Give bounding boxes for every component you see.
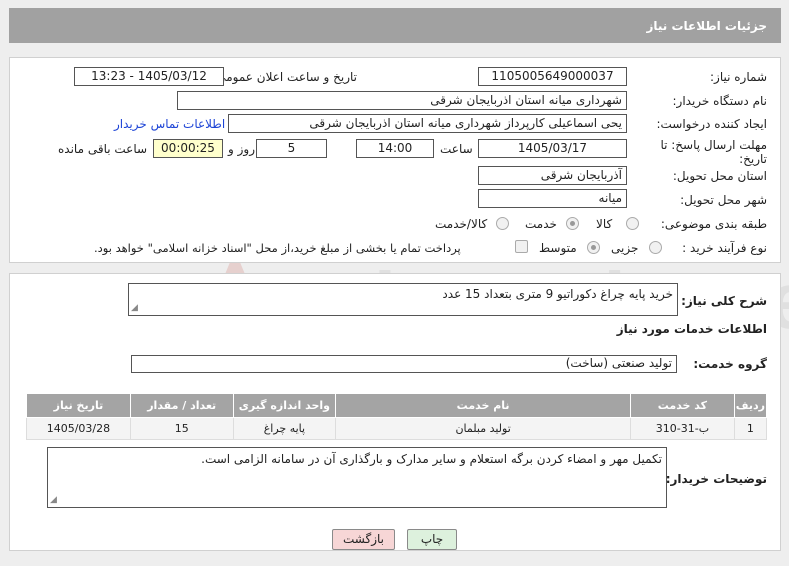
remaining-label: ساعت باقی مانده <box>58 142 148 156</box>
treasury-payment-note: پرداخت تمام یا بخشی از مبلغ خرید،از محل … <box>94 241 461 255</box>
page-title: جزئیات اطلاعات نیاز <box>646 19 767 33</box>
process-option-medium-label: متوسط <box>539 241 577 255</box>
province-label: استان محل تحویل: <box>672 169 767 183</box>
col-header-row-number: ردیف <box>733 393 768 418</box>
deadline-date-field: 1405/03/17 <box>478 139 627 158</box>
col-header-quantity: تعداد / مقدار <box>129 393 234 418</box>
announce-field: 1405/03/12 - 13:23 <box>74 67 224 86</box>
col-header-need-date: تاریخ نیاز <box>26 393 131 418</box>
col-header-service-code: کد خدمت <box>630 393 735 418</box>
deadline-time-field: 14:00 <box>356 139 434 158</box>
page-header: جزئیات اطلاعات نیاز <box>9 8 781 43</box>
col-header-service-name: نام خدمت <box>335 393 632 418</box>
contact-buyer-link[interactable]: اطلاعات تماس خریدار <box>114 117 225 131</box>
cell-service-name: تولید مبلمان <box>335 417 632 440</box>
service-group-field: تولید صنعتی (ساخت) <box>131 355 677 373</box>
category-option-service-radio[interactable] <box>566 217 579 230</box>
creator-label: ایجاد کننده درخواست: <box>656 117 767 131</box>
resize-handle-icon[interactable]: ◢ <box>50 495 57 505</box>
cell-unit: پایه چراغ <box>232 417 337 440</box>
cell-quantity: 15 <box>129 417 234 440</box>
buyer-notes-field: تکمیل مهر و امضاء کردن برگه استعلام و سا… <box>47 447 667 508</box>
resize-handle-icon[interactable]: ◢ <box>131 303 138 313</box>
service-group-label: گروه خدمت: <box>693 357 767 371</box>
buyer-notes-text: تکمیل مهر و امضاء کردن برگه استعلام و سا… <box>201 452 662 466</box>
cell-need-date: 1405/03/28 <box>26 417 131 440</box>
province-field: آذربایجان شرقی <box>478 166 627 185</box>
summary-field: خرید پایه چراغ دکوراتیو 9 متری بتعداد 15… <box>128 283 678 316</box>
category-option-service-label: خدمت <box>525 217 557 231</box>
table-header-row: ردیف کد خدمت نام خدمت واحد اندازه گیری ت… <box>26 393 768 418</box>
treasury-payment-checkbox[interactable] <box>515 240 528 253</box>
category-option-goods-label: کالا <box>596 217 613 231</box>
buyer-notes-label: توضیحات خریدار: <box>665 472 767 486</box>
buyer-org-label: نام دستگاه خریدار: <box>672 94 768 108</box>
process-option-medium-radio[interactable] <box>587 241 600 254</box>
process-option-minor-radio[interactable] <box>649 241 662 254</box>
col-header-unit: واحد اندازه گیری <box>232 393 337 418</box>
days-label: روز و <box>228 142 255 156</box>
details-panel <box>9 57 781 263</box>
summary-label: شرح کلی نیاز: <box>681 294 767 308</box>
need-number-field: 1105005649000037 <box>478 67 627 86</box>
print-button[interactable]: چاپ <box>407 529 457 550</box>
cell-service-code: ب-31-310 <box>630 417 735 440</box>
city-field: میانه <box>478 189 627 208</box>
summary-text: خرید پایه چراغ دکوراتیو 9 متری بتعداد 15… <box>442 287 673 301</box>
deadline-time-label: ساعت <box>440 142 473 156</box>
services-table-wrap: ردیف کد خدمت نام خدمت واحد اندازه گیری ت… <box>26 393 768 440</box>
process-option-minor-label: جزیی <box>611 241 639 255</box>
remaining-time-field: 00:00:25 <box>153 139 223 158</box>
category-option-both-radio[interactable] <box>496 217 509 230</box>
deadline-label-line2: تاریخ: <box>739 152 767 166</box>
category-option-both-label: کالا/خدمت <box>435 217 488 231</box>
back-button[interactable]: بازگشت <box>332 529 395 550</box>
table-row: 1 ب-31-310 تولید مبلمان پایه چراغ 15 140… <box>26 417 768 440</box>
city-label: شهر محل تحویل: <box>680 193 767 207</box>
services-section-title: اطلاعات خدمات مورد نیاز <box>616 322 767 336</box>
buyer-org-field: شهرداری میانه استان اذربایجان شرقی <box>177 91 627 110</box>
deadline-label-line1: مهلت ارسال پاسخ: تا <box>660 138 767 152</box>
services-table: ردیف کد خدمت نام خدمت واحد اندازه گیری ت… <box>26 393 768 440</box>
announce-label: تاریخ و ساعت اعلان عمومی: <box>212 70 357 84</box>
category-label: طبقه بندی موضوعی: <box>660 217 767 231</box>
cell-row-number: 1 <box>733 417 768 440</box>
category-option-goods-radio[interactable] <box>626 217 639 230</box>
process-label: نوع فرآیند خرید : <box>682 241 767 255</box>
need-number-label: شماره نیاز: <box>710 70 767 84</box>
days-field: 5 <box>256 139 327 158</box>
creator-field: یحی اسماعیلی کارپرداز شهرداری میانه استا… <box>228 114 627 133</box>
